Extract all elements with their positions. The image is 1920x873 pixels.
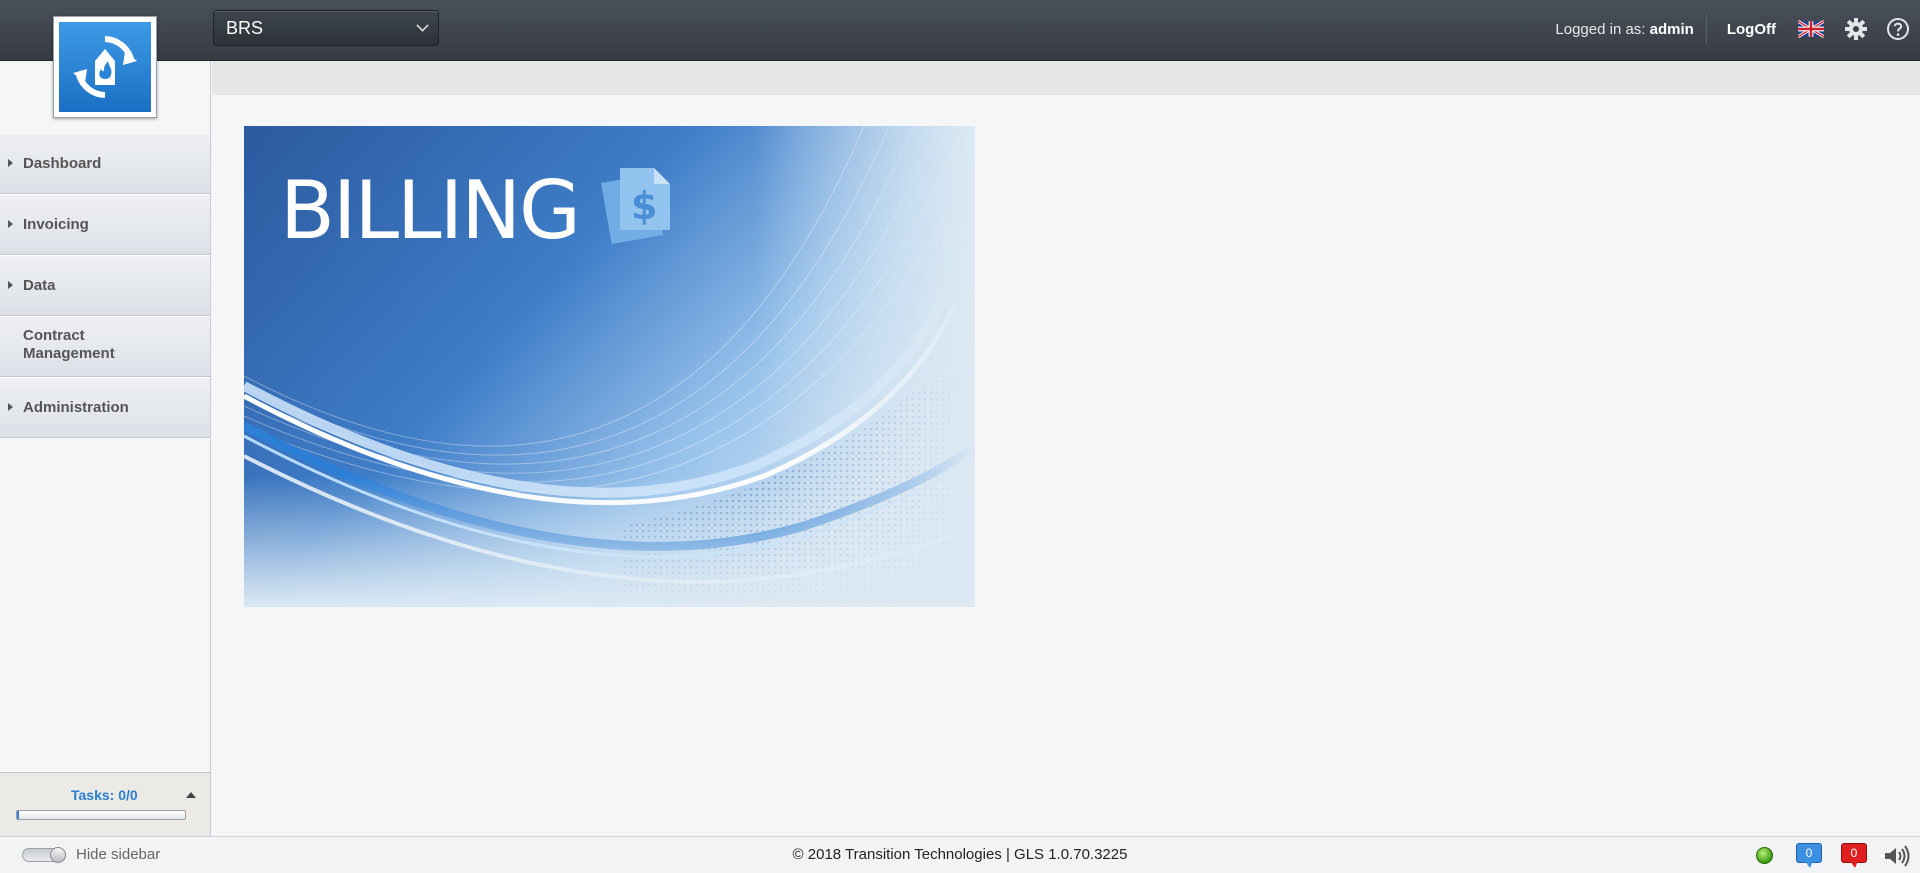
chevron-down-icon xyxy=(416,19,429,32)
sidebar-item-invoicing[interactable]: Invoicing xyxy=(0,194,210,255)
logged-in-info: Logged in as: admin xyxy=(1555,21,1693,38)
expand-arrow-icon xyxy=(8,403,13,411)
sidebar-item-administration[interactable]: Administration xyxy=(0,377,210,438)
application-selector[interactable]: BRS xyxy=(213,10,439,46)
billing-banner: BILLING $ xyxy=(244,126,975,607)
toolbar-divider xyxy=(1705,14,1707,44)
copyright-text: © 2018 Transition Technologies | GLS 1.0… xyxy=(792,846,1128,863)
sidebar-item-label: Administration xyxy=(23,399,129,416)
sidebar-item-contract-management[interactable]: Contract Management xyxy=(0,316,210,377)
top-bar: BRS Logged in as: admin LogOff xyxy=(0,0,1920,61)
logoff-button[interactable]: LogOff xyxy=(1727,21,1776,38)
gear-icon[interactable] xyxy=(1844,17,1868,41)
sidebar-item-dashboard[interactable]: Dashboard xyxy=(0,133,210,194)
logged-in-label: Logged in as: xyxy=(1555,20,1646,38)
expand-arrow-icon xyxy=(8,281,13,289)
expand-arrow-icon xyxy=(8,220,13,228)
dollar-symbol: $ xyxy=(631,184,657,228)
messages-badge[interactable]: 0 xyxy=(1796,843,1822,868)
help-icon[interactable] xyxy=(1886,17,1910,41)
app-logo[interactable] xyxy=(53,16,157,118)
refresh-flame-icon xyxy=(59,22,151,112)
expand-arrow-icon xyxy=(8,159,13,167)
application-selector-value: BRS xyxy=(226,18,264,38)
speaker-icon[interactable] xyxy=(1883,845,1911,867)
sidebar-item-label: Contract Management xyxy=(23,327,115,363)
user-toolbar: Logged in as: admin LogOff xyxy=(1555,0,1920,58)
alerts-badge[interactable]: 0 xyxy=(1841,843,1867,868)
footer: Hide sidebar © 2018 Transition Technolog… xyxy=(0,836,1920,873)
sidebar-item-data[interactable]: Data xyxy=(0,255,210,316)
sidebar-item-label-line1: Contract xyxy=(23,327,85,344)
tasks-progress-fill xyxy=(17,811,19,819)
sidebar-item-label: Dashboard xyxy=(23,155,102,172)
sidebar-nav: Dashboard Invoicing Data Contract Manage… xyxy=(0,133,210,438)
sidebar: Dashboard Invoicing Data Contract Manage… xyxy=(0,61,211,837)
banner-title: BILLING xyxy=(280,164,579,257)
tasks-progress-bar xyxy=(16,810,186,820)
sidebar-item-label: Data xyxy=(23,277,56,294)
sidebar-item-label-line2: Management xyxy=(23,345,115,362)
sidebar-item-label: Invoicing xyxy=(23,216,89,233)
username: admin xyxy=(1649,20,1694,38)
uk-flag-icon[interactable] xyxy=(1798,20,1824,38)
connection-status-icon xyxy=(1756,847,1773,864)
content-toolbar xyxy=(212,61,1920,95)
tasks-panel: Tasks: 0/0 xyxy=(0,772,210,837)
caret-up-icon[interactable] xyxy=(186,792,196,798)
tasks-counter[interactable]: Tasks: 0/0 xyxy=(71,787,138,803)
